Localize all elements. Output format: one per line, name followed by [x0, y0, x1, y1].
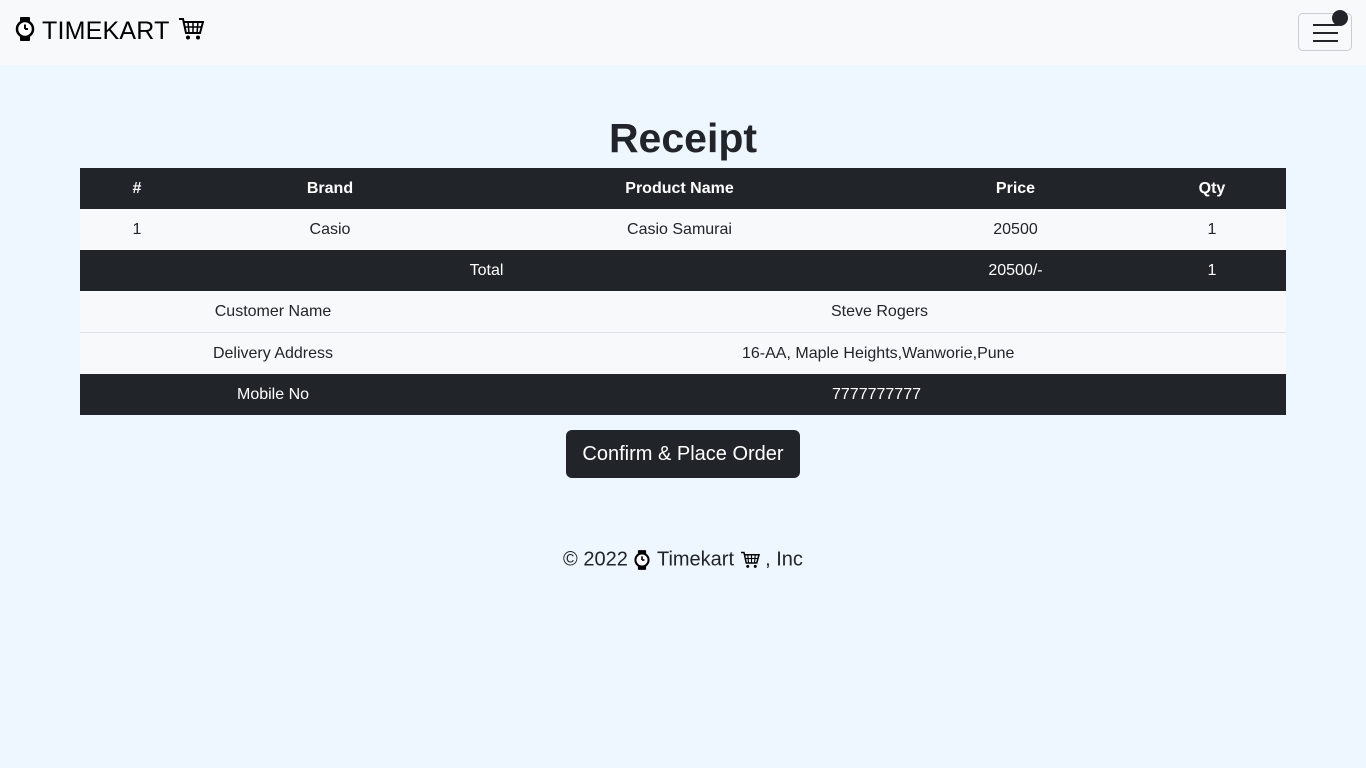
cart-icon: [740, 545, 760, 575]
header-product-name: Product Name: [625, 179, 734, 197]
brand-name: TIMEKART: [42, 16, 170, 45]
total-row: Total 20500/- 1: [80, 250, 1286, 291]
header-qty: Qty: [1198, 179, 1226, 197]
table-header-row: # Brand Product Name Price Qty: [80, 168, 1286, 209]
mobile-label: Mobile No: [236, 385, 310, 403]
header-brand: Brand: [306, 179, 354, 197]
customer-name-value: Steve Rogers: [466, 291, 1286, 333]
mobile-row: Mobile No 7777777777: [80, 374, 1286, 415]
cell-price: 20500: [993, 220, 1038, 238]
confirm-order-button[interactable]: Confirm & Place Order: [566, 430, 800, 478]
footer-copyright: © 2022: [563, 548, 628, 571]
header-index: #: [132, 179, 142, 197]
page-title: Receipt: [608, 115, 758, 161]
header-price: Price: [995, 179, 1036, 197]
notification-dot: [1332, 10, 1348, 26]
cell-qty: 1: [1207, 220, 1217, 238]
customer-name-label: Customer Name: [80, 291, 466, 333]
total-label: Total: [469, 261, 504, 279]
brand-link[interactable]: TIMEKART: [14, 14, 204, 48]
cell-brand: Casio: [309, 220, 351, 238]
watch-icon: [633, 545, 651, 575]
navbar: TIMEKART: [0, 0, 1366, 65]
delivery-address-value: 16-AA, Maple Heights,Wanworie,Pune: [742, 344, 1015, 362]
watch-icon: [14, 16, 36, 47]
delivery-address-row: Delivery Address 16-AA, Maple Heights,Wa…: [80, 332, 1286, 374]
hamburger-icon: [1313, 24, 1338, 42]
cell-product-name: Casio Samurai: [627, 220, 732, 238]
customer-name-row: Customer Name Steve Rogers: [80, 291, 1286, 333]
footer: © 2022 Timekart , Inc: [0, 544, 1366, 575]
cart-icon: [178, 17, 204, 46]
mobile-value: 7777777777: [832, 385, 921, 403]
total-price: 20500/-: [988, 261, 1043, 279]
cell-index: 1: [132, 220, 142, 238]
footer-suffix: , Inc: [765, 548, 803, 571]
table-row: 1 Casio Casio Samurai 20500 1: [80, 209, 1286, 250]
delivery-address-label: Delivery Address: [212, 344, 334, 362]
footer-company-name: Timekart: [656, 548, 735, 571]
total-qty: 1: [1207, 261, 1217, 279]
receipt-table: # Brand Product Name Price Qty 1 Casio C…: [80, 168, 1286, 415]
